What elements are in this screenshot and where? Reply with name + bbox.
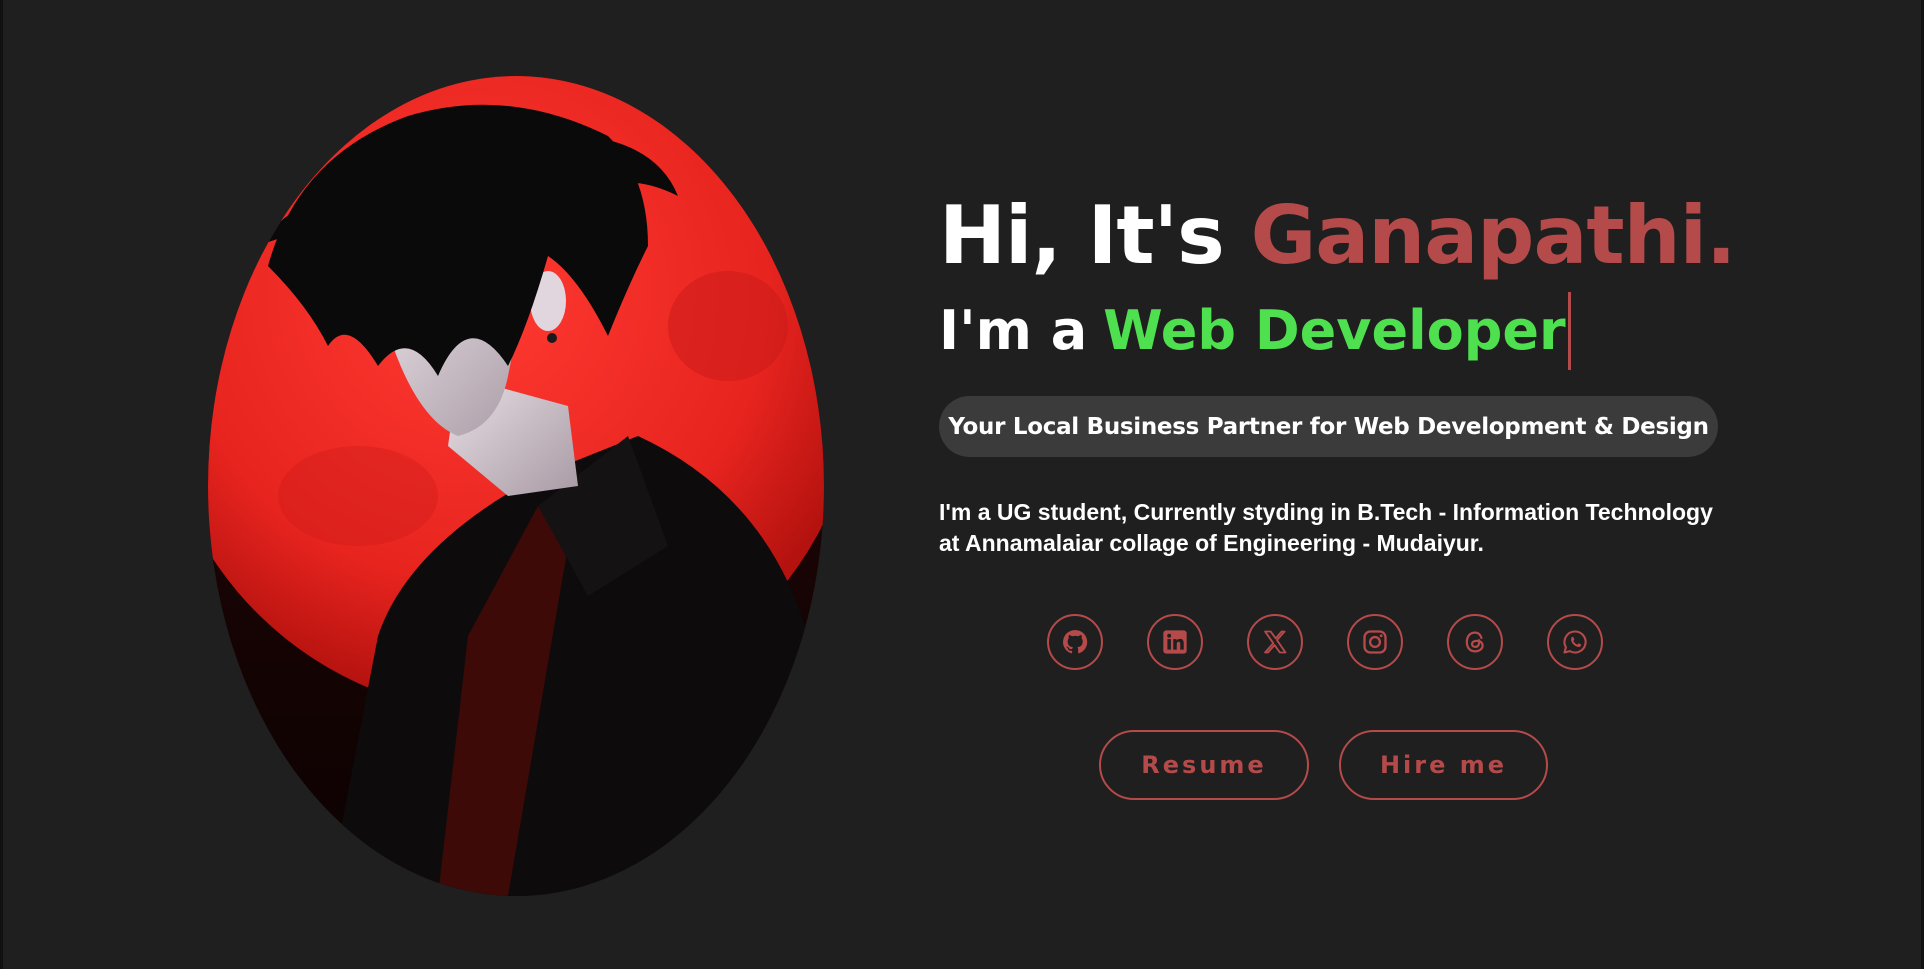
- intro-text: I'm a UG student, Currently styding in B…: [939, 497, 1739, 559]
- threads-link[interactable]: [1447, 614, 1503, 670]
- resume-button[interactable]: Resume: [1099, 730, 1309, 800]
- whatsapp-icon: [1563, 630, 1587, 654]
- tagline-pill: Your Local Business Partner for Web Deve…: [939, 396, 1718, 457]
- x-icon: [1264, 630, 1287, 654]
- portrait-illustration: [208, 76, 824, 896]
- owner-name: Ganapathi.: [1250, 189, 1737, 282]
- linkedin-icon: [1163, 630, 1187, 654]
- role-prefix: I'm a: [939, 299, 1088, 362]
- instagram-link[interactable]: [1347, 614, 1403, 670]
- github-link[interactable]: [1047, 614, 1103, 670]
- linkedin-link[interactable]: [1147, 614, 1203, 670]
- github-icon: [1063, 630, 1088, 654]
- intro-line: I'm a UG student, Currently styding in B…: [939, 499, 1713, 525]
- typing-caret: [1567, 292, 1571, 370]
- social-links: [1047, 614, 1603, 670]
- hero-actions: Resume Hire me: [1099, 730, 1548, 800]
- greeting-heading: Hi, It's Ganapathi.: [939, 180, 1739, 292]
- hero-section: Hi, It's Ganapathi. I'm a Web Developer …: [939, 180, 1739, 559]
- role-heading: I'm a Web Developer: [939, 292, 1739, 370]
- threads-icon: [1465, 631, 1484, 653]
- whatsapp-link[interactable]: [1547, 614, 1603, 670]
- hire-me-button[interactable]: Hire me: [1339, 730, 1548, 800]
- page: Hi, It's Ganapathi. I'm a Web Developer …: [0, 0, 1924, 969]
- profile-portrait: [208, 76, 824, 896]
- x-link[interactable]: [1247, 614, 1303, 670]
- instagram-icon: [1363, 630, 1387, 654]
- greeting-prefix: Hi, It's: [939, 189, 1225, 282]
- role-typed-text: Web Developer: [1103, 299, 1566, 362]
- intro-line: at Annamalaiar collage of Engineering - …: [939, 530, 1484, 556]
